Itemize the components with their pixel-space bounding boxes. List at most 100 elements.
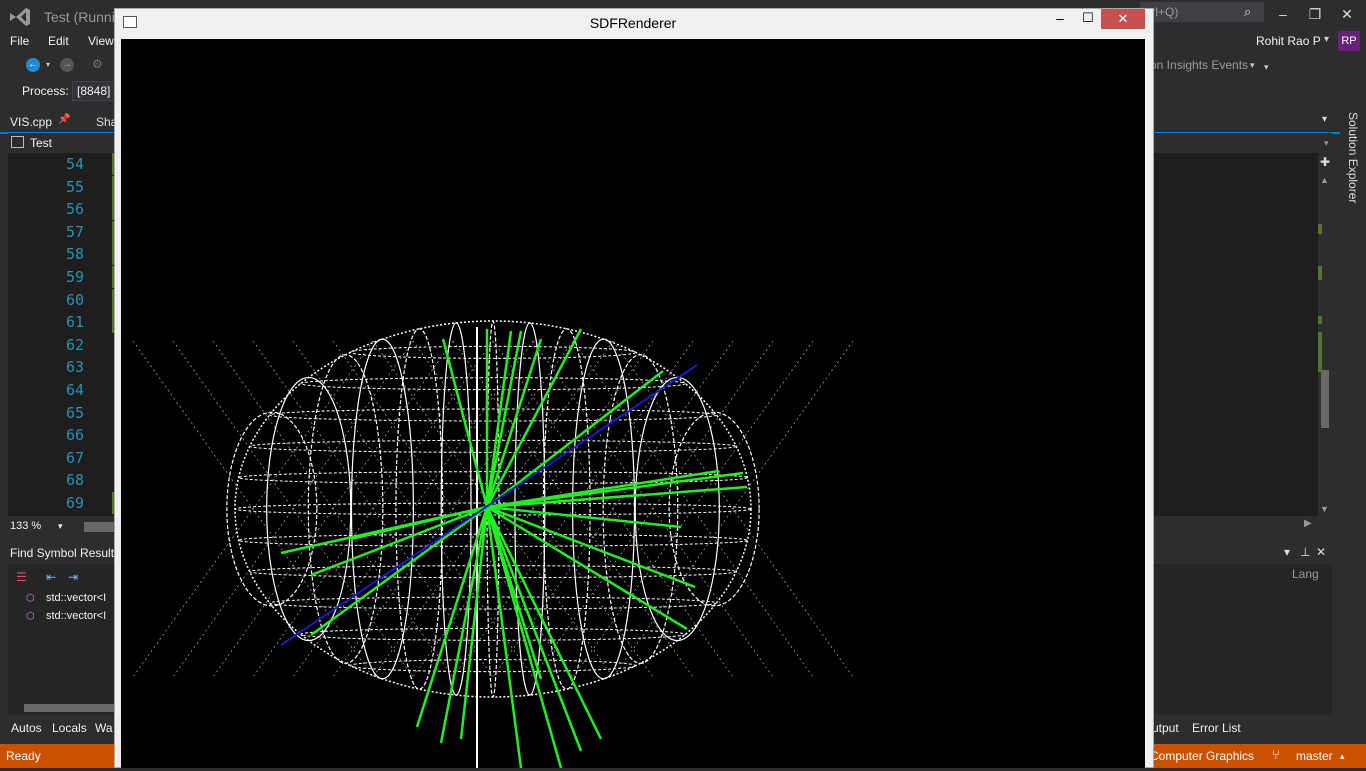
vs-window-title: Test (Runni xyxy=(44,9,115,25)
tab-label: VIS.cpp xyxy=(10,115,53,129)
wireframe-parallel xyxy=(300,377,686,391)
line-number: 65 xyxy=(66,403,85,422)
code-editor-right[interactable] xyxy=(1152,153,1332,516)
line-number: 66 xyxy=(66,426,85,445)
scope-selector[interactable]: Test xyxy=(30,136,52,150)
back-icon[interactable]: ← xyxy=(26,58,40,72)
chevron-down-icon[interactable]: ▾ xyxy=(1322,114,1327,125)
line-number: 59 xyxy=(66,268,85,286)
restore-icon[interactable]: ❐ xyxy=(1304,4,1326,24)
line-number: 57 xyxy=(66,222,85,241)
scroll-down-icon[interactable]: ▼ xyxy=(1320,504,1329,514)
close-icon[interactable]: ✕ xyxy=(1101,9,1145,29)
line-number: 67 xyxy=(66,448,85,467)
scroll-right-icon[interactable]: ▶ xyxy=(1304,518,1312,529)
wireframe-meridian xyxy=(307,354,384,664)
minimize-icon[interactable]: – xyxy=(1272,4,1294,24)
sdf-window-title: SDFRenderer xyxy=(589,15,677,31)
zoom-level[interactable]: 133 % xyxy=(10,520,41,532)
project-icon xyxy=(11,136,24,148)
line-number: 62 xyxy=(66,335,85,354)
chevron-down-icon[interactable]: ▾ xyxy=(1284,545,1290,559)
wireframe-meridian xyxy=(668,411,760,607)
forward-icon[interactable]: → xyxy=(60,58,74,72)
line-number: 58 xyxy=(66,245,85,264)
tab-error-list[interactable]: Error List xyxy=(1192,721,1241,735)
menu-edit[interactable]: Edit xyxy=(48,34,69,48)
find-symbol-title: Find Symbol Result xyxy=(10,546,115,560)
symbol-icon: ⬡ xyxy=(26,593,35,604)
pin-icon[interactable]: 📌 xyxy=(58,114,70,125)
change-marker xyxy=(1318,316,1322,324)
solution-explorer-tab[interactable]: Solution Explorer xyxy=(1340,112,1360,212)
column-header-language[interactable]: Lang xyxy=(1292,567,1319,581)
user-name[interactable]: Rohit Rao P xyxy=(1256,34,1321,48)
output-panel xyxy=(1152,564,1332,714)
ray-line xyxy=(486,505,696,589)
change-marker xyxy=(1318,332,1322,372)
line-number: 64 xyxy=(66,381,85,399)
wireframe-meridian xyxy=(514,322,546,696)
line-number: 54 xyxy=(66,155,85,173)
horizontal-scrollbar-thumb[interactable] xyxy=(84,522,118,532)
line-number: 63 xyxy=(66,358,85,377)
close-icon[interactable]: ✕ xyxy=(1316,545,1326,559)
previous-result-icon[interactable]: ⇤ xyxy=(46,570,56,584)
symbol-icon: ⬡ xyxy=(26,611,35,622)
minimize-icon[interactable]: – xyxy=(1050,10,1070,26)
split-icon[interactable]: ✚ xyxy=(1320,155,1330,169)
line-number: 69 xyxy=(66,494,85,512)
close-icon[interactable]: ✕ xyxy=(1336,4,1358,24)
clear-results-icon[interactable]: ☰ xyxy=(16,570,27,584)
list-item[interactable]: std::vector<I xyxy=(46,610,106,622)
window-icon xyxy=(123,16,137,28)
chevron-down-icon[interactable]: ▾ xyxy=(1264,62,1269,73)
chevron-down-icon[interactable]: ▾ xyxy=(1250,60,1255,71)
chevron-down-icon[interactable]: ▾ xyxy=(1324,34,1329,45)
line-number: 61 xyxy=(66,313,85,332)
code-editor[interactable]: 54 55 56 57 58 59 60 61 62 63 64 65 66 67 68 69 xyxy=(8,153,118,516)
ray-line xyxy=(485,330,513,508)
wireframe-parallel xyxy=(249,439,737,453)
tab-output[interactable]: utput xyxy=(1152,721,1179,735)
line-number: 60 xyxy=(66,290,85,309)
tab-locals[interactable]: Locals xyxy=(52,721,87,735)
list-item[interactable]: std::vector<I xyxy=(46,592,106,604)
chevron-down-icon[interactable]: ▾ xyxy=(58,521,63,532)
next-result-icon[interactable]: ⇥ xyxy=(68,570,78,584)
tab-watch[interactable]: Wa xyxy=(95,721,113,735)
search-icon[interactable]: ⌕ xyxy=(1244,4,1258,19)
wireframe-parallel xyxy=(300,627,686,641)
process-label: Process: xyxy=(22,84,69,98)
horizontal-scrollbar-thumb[interactable] xyxy=(24,704,114,712)
change-marker xyxy=(1318,224,1322,234)
render-canvas[interactable] xyxy=(121,39,1145,769)
maximize-icon[interactable]: ☐ xyxy=(1078,10,1098,26)
status-text: Ready xyxy=(6,749,41,763)
git-branch-icon[interactable]: ⑂ xyxy=(1272,747,1280,762)
line-number: 55 xyxy=(66,177,85,196)
avatar[interactable]: RP xyxy=(1338,31,1360,51)
wireframe-sphere-scene xyxy=(132,320,854,769)
app-insights-events[interactable]: on Insights Events xyxy=(1150,58,1248,72)
menu-view[interactable]: View xyxy=(88,34,114,48)
chevron-down-icon[interactable]: ▾ xyxy=(1324,138,1329,149)
scrollbar-thumb[interactable] xyxy=(1321,370,1329,428)
scroll-up-icon[interactable]: ▲ xyxy=(1320,175,1329,185)
ray-line xyxy=(485,328,583,508)
status-project[interactable]: Computer Graphics xyxy=(1150,749,1254,763)
line-number: 56 xyxy=(66,200,85,219)
wireframe-meridian xyxy=(572,338,636,680)
pin-icon[interactable]: ⊥ xyxy=(1300,545,1310,559)
menu-file[interactable]: File xyxy=(10,34,29,48)
find-symbol-panel xyxy=(8,564,114,714)
line-number: 68 xyxy=(66,471,85,490)
process-select[interactable]: [8848] xyxy=(72,81,116,101)
chevron-up-icon[interactable]: ▴ xyxy=(1340,751,1345,762)
toolbar-icon[interactable]: ⚙ xyxy=(92,57,103,71)
visual-studio-logo-icon xyxy=(10,8,30,26)
chevron-down-icon[interactable]: ▾ xyxy=(46,60,50,69)
tab-autos[interactable]: Autos xyxy=(11,721,42,735)
status-branch[interactable]: master xyxy=(1296,749,1333,763)
wireframe-meridian xyxy=(226,411,318,607)
